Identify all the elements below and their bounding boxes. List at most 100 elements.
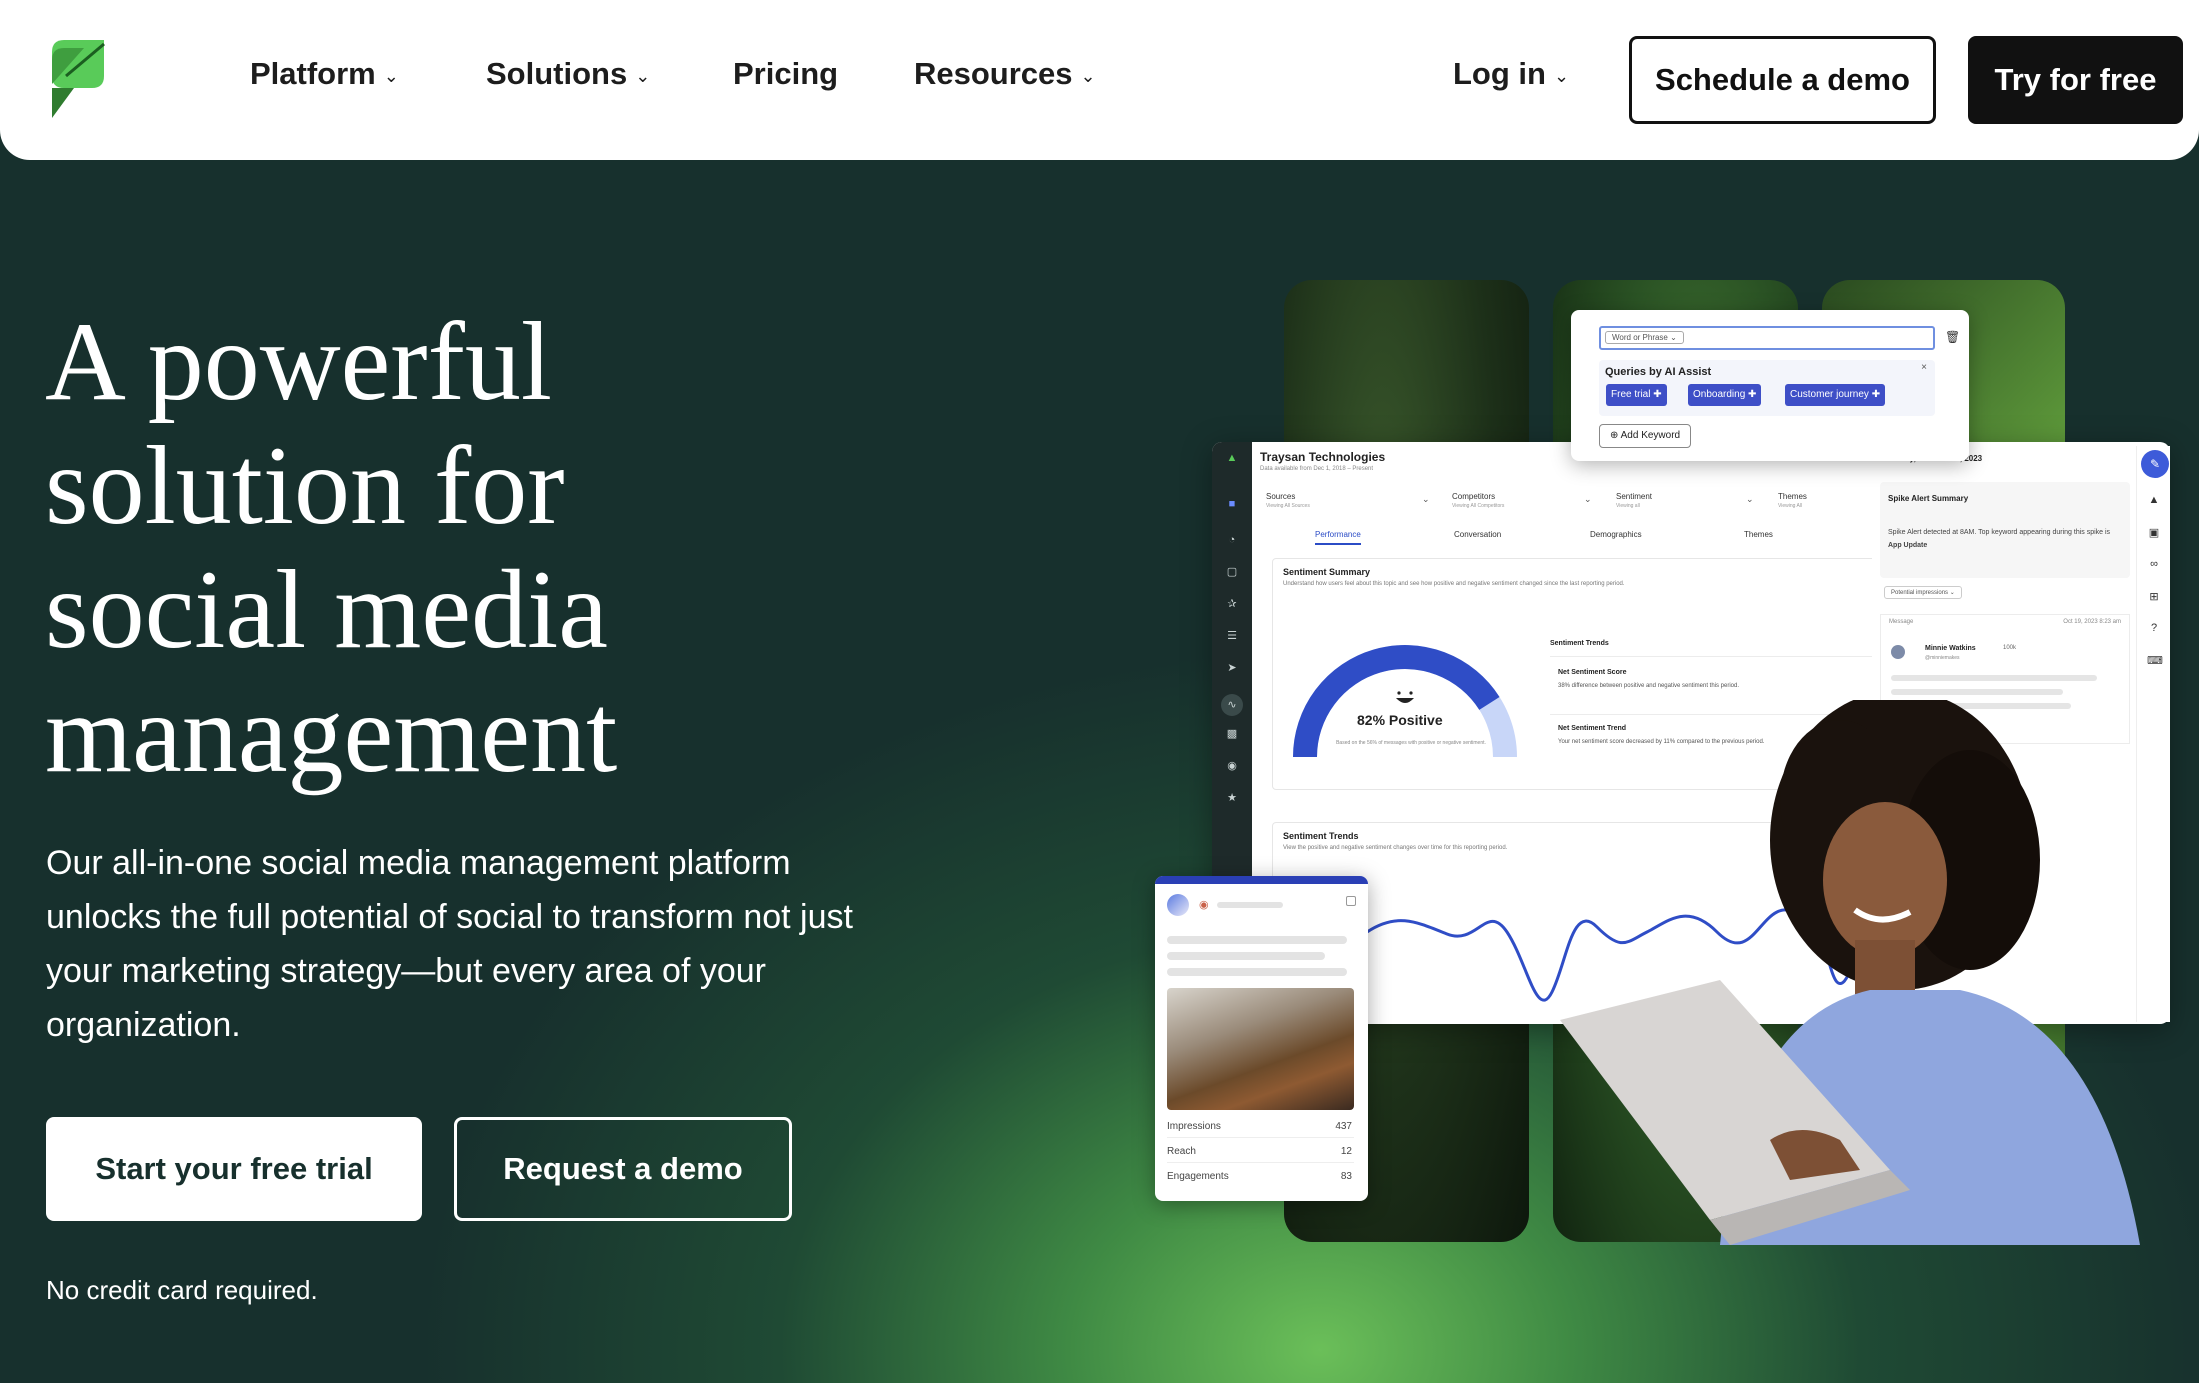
chip-label: Customer journey [1790, 389, 1869, 400]
woman-with-laptop-photo [1560, 700, 2140, 1245]
filter-competitors[interactable]: Competitors Viewing All Competitors [1452, 492, 1504, 509]
metric-value: 437 [1335, 1121, 1352, 1132]
try-free-button[interactable]: Try for free [1968, 36, 2183, 124]
sprout-logo-icon[interactable] [44, 40, 108, 118]
headline-line: A powerful [45, 300, 553, 424]
filter-sources[interactable]: Sources Viewing All Sources [1266, 492, 1310, 509]
pin-icon[interactable]: ✰ [1225, 598, 1239, 610]
login-label: Log in [1453, 56, 1546, 91]
chevron-down-icon: ⌄ [1080, 65, 1096, 86]
add-keyword-button[interactable]: ⊕ Add Keyword [1599, 424, 1692, 448]
text-placeholder [1217, 902, 1283, 908]
panel-title: Sentiment Summary [1283, 567, 1371, 577]
filter-sub: Viewing All Sources [1266, 503, 1310, 509]
start-free-trial-button[interactable]: Start your free trial [46, 1117, 422, 1221]
keyboard-icon[interactable]: ⌨ [2147, 654, 2163, 668]
metric-label: Impressions [1167, 1121, 1221, 1132]
chip-onboarding[interactable]: Onboarding ✚ [1688, 384, 1762, 406]
filter-label: Themes [1778, 492, 1807, 501]
star-icon[interactable]: ★ [1225, 792, 1239, 804]
nav-pricing-label: Pricing [733, 56, 839, 91]
filter-sentiment[interactable]: Sentiment Viewing all [1616, 492, 1652, 509]
alert-icon[interactable]: ▲ [2147, 494, 2161, 508]
net-score-title: Net Sentiment Score [1558, 669, 1627, 676]
top-navigation: Platform ⌄ Solutions ⌄ Pricing Resources… [0, 0, 2199, 160]
impressions-dropdown[interactable]: Potential impressions ⌄ [1884, 586, 1962, 599]
metric-value: 12 [1340, 1146, 1352, 1157]
data-range: Data available from Dec 1, 2018 – Presen… [1260, 466, 1374, 472]
tab-themes[interactable]: Themes [1744, 530, 1773, 539]
spike-keyword: App Update [1888, 542, 1928, 549]
gauge-value: 82% Positive [1357, 712, 1443, 728]
headline-line: social media [45, 548, 608, 672]
spike-text: Spike Alert detected at 8AM. Top keyword… [1888, 526, 2114, 552]
panel-description: View the positive and negative sentiment… [1283, 845, 1508, 851]
folder-icon[interactable]: ■ [1225, 498, 1239, 510]
request-demo-button[interactable]: Request a demo [454, 1117, 792, 1221]
metric-label: Engagements [1167, 1171, 1229, 1182]
author-handle: @minniemakes [1925, 655, 1960, 661]
dropdown-label: Potential impressions [1891, 590, 1949, 596]
spike-alert-card: Spike Alert Summary Spike Alert detected… [1880, 482, 2130, 578]
filter-label: Competitors [1452, 492, 1496, 501]
tab-demographics[interactable]: Demographics [1590, 530, 1642, 539]
gauge-icon[interactable]: ◔ [1225, 534, 1239, 546]
compose-icon[interactable]: ✎ [2141, 450, 2169, 478]
tab-conversation[interactable]: Conversation [1454, 530, 1501, 539]
metric-row: Engagements 83 [1167, 1166, 1354, 1188]
trash-icon[interactable]: 🗑 [1945, 330, 1960, 344]
plus-box-icon[interactable]: ⊞ [2147, 590, 2161, 604]
inbox-icon[interactable]: ▢ [1225, 566, 1239, 578]
nav-resources[interactable]: Resources ⌄ [914, 56, 1096, 92]
send-icon[interactable]: ➤ [1225, 662, 1239, 674]
filter-label: Sentiment [1616, 492, 1653, 501]
metric-row: Impressions 437 [1167, 1116, 1354, 1138]
author-followers: 100k [2003, 645, 2017, 651]
social-post-card[interactable]: ◉ Impressions 437 Reach 12 Engagements 8… [1155, 876, 1368, 1201]
chip-label: Onboarding [1693, 389, 1746, 400]
link-icon[interactable]: ∞ [2147, 558, 2161, 572]
chat-icon[interactable]: ▣ [2147, 526, 2161, 540]
message-date: Oct 19, 2023 8:23 am [2063, 619, 2121, 625]
ai-assist-title: Queries by AI Assist [1605, 366, 1712, 378]
add-keyword-label: Add Keyword [1620, 430, 1681, 441]
filter-sub: Viewing All [1778, 503, 1803, 509]
nav-solutions-label: Solutions [486, 56, 628, 91]
chevron-down-icon: ⌄ [635, 65, 651, 86]
spike-title: Spike Alert Summary [1888, 494, 1969, 503]
no-credit-card-note: No credit card required. [46, 1275, 318, 1305]
close-icon[interactable]: × [1921, 362, 1927, 373]
schedule-demo-button[interactable]: Schedule a demo [1629, 36, 1936, 124]
chip-label: Free trial [1611, 389, 1651, 400]
chip-free-trial[interactable]: Free trial ✚ [1606, 384, 1667, 406]
word-phrase-select[interactable]: Word or Phrase ⌄ [1605, 331, 1684, 344]
help-icon[interactable]: ? [2147, 622, 2161, 636]
nav-platform[interactable]: Platform ⌄ [250, 56, 399, 92]
spike-text-body: Spike Alert detected at 8AM. Top keyword… [1888, 529, 2111, 536]
bar-chart-icon[interactable]: ▩ [1225, 728, 1239, 740]
nav-pricing[interactable]: Pricing [733, 56, 838, 92]
metric-row: Reach 12 [1167, 1141, 1354, 1163]
chip-customer-journey[interactable]: Customer journey ✚ [1785, 384, 1886, 406]
list-icon[interactable]: ☰ [1225, 630, 1239, 642]
message-label: Message [1889, 619, 1914, 625]
tab-performance[interactable]: Performance [1315, 530, 1361, 545]
author-name: Minnie Watkins [1925, 645, 1976, 652]
avatar [1891, 645, 1905, 659]
filter-themes[interactable]: Themes Viewing All [1778, 492, 1807, 509]
filter-sub: Viewing all [1616, 503, 1640, 509]
sprout-leaf-icon: ▲ [1226, 452, 1238, 464]
keyword-input[interactable]: Word or Phrase ⌄ [1599, 326, 1935, 350]
login-link[interactable]: Log in ⌄ [1453, 56, 1569, 92]
nav-solutions[interactable]: Solutions ⌄ [486, 56, 650, 92]
company-name: Traysan Technologies [1260, 450, 1386, 464]
chevron-down-icon: ⌄ [383, 65, 399, 86]
post-image [1167, 988, 1354, 1110]
plus-circle-icon: ⊕ [1610, 430, 1619, 441]
bot-icon[interactable]: ◉ [1225, 760, 1239, 772]
panel-description: Understand how users feel about this top… [1283, 581, 1625, 587]
checkbox[interactable] [1346, 896, 1356, 906]
panel-title: Sentiment Trends [1283, 831, 1359, 841]
listening-icon[interactable]: ∿ [1221, 694, 1243, 716]
text-placeholder [1167, 968, 1347, 976]
